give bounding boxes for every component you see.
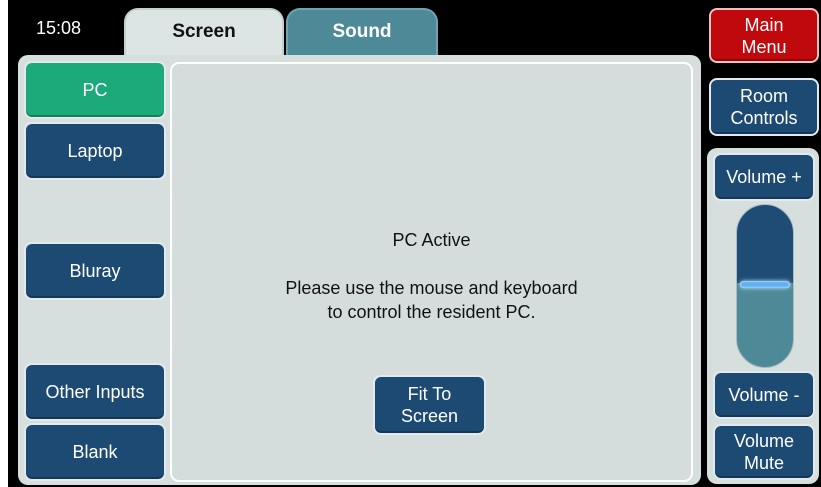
source-button-bluray[interactable]: Bluray bbox=[24, 242, 166, 300]
tab-sound[interactable]: Sound bbox=[286, 8, 438, 56]
instruction-line-1: Please use the mouse and keyboard bbox=[285, 278, 578, 298]
volume-up-button[interactable]: Volume + bbox=[713, 153, 815, 201]
main-menu-button[interactable]: Main Menu bbox=[709, 8, 819, 63]
tab-screen[interactable]: Screen bbox=[124, 8, 284, 56]
source-button-laptop[interactable]: Laptop bbox=[24, 122, 166, 180]
room-controls-button[interactable]: Room Controls bbox=[709, 78, 819, 136]
source-button-pc[interactable]: PC bbox=[24, 61, 166, 119]
volume-mute-button[interactable]: Volume Mute bbox=[713, 424, 815, 480]
status-title: PC Active bbox=[392, 230, 471, 250]
touch-panel-frame: 15:08 Screen Sound Main Menu PC Laptop B… bbox=[8, 0, 821, 487]
volume-slider-handle[interactable] bbox=[740, 281, 790, 288]
instruction-line-2: to control the resident PC. bbox=[327, 302, 536, 322]
clock: 15:08 bbox=[36, 18, 82, 38]
volume-down-button[interactable]: Volume - bbox=[713, 371, 815, 419]
fit-to-screen-button[interactable]: Fit To Screen bbox=[373, 375, 486, 435]
source-button-blank[interactable]: Blank bbox=[24, 423, 166, 481]
source-button-other-inputs[interactable]: Other Inputs bbox=[24, 363, 166, 421]
